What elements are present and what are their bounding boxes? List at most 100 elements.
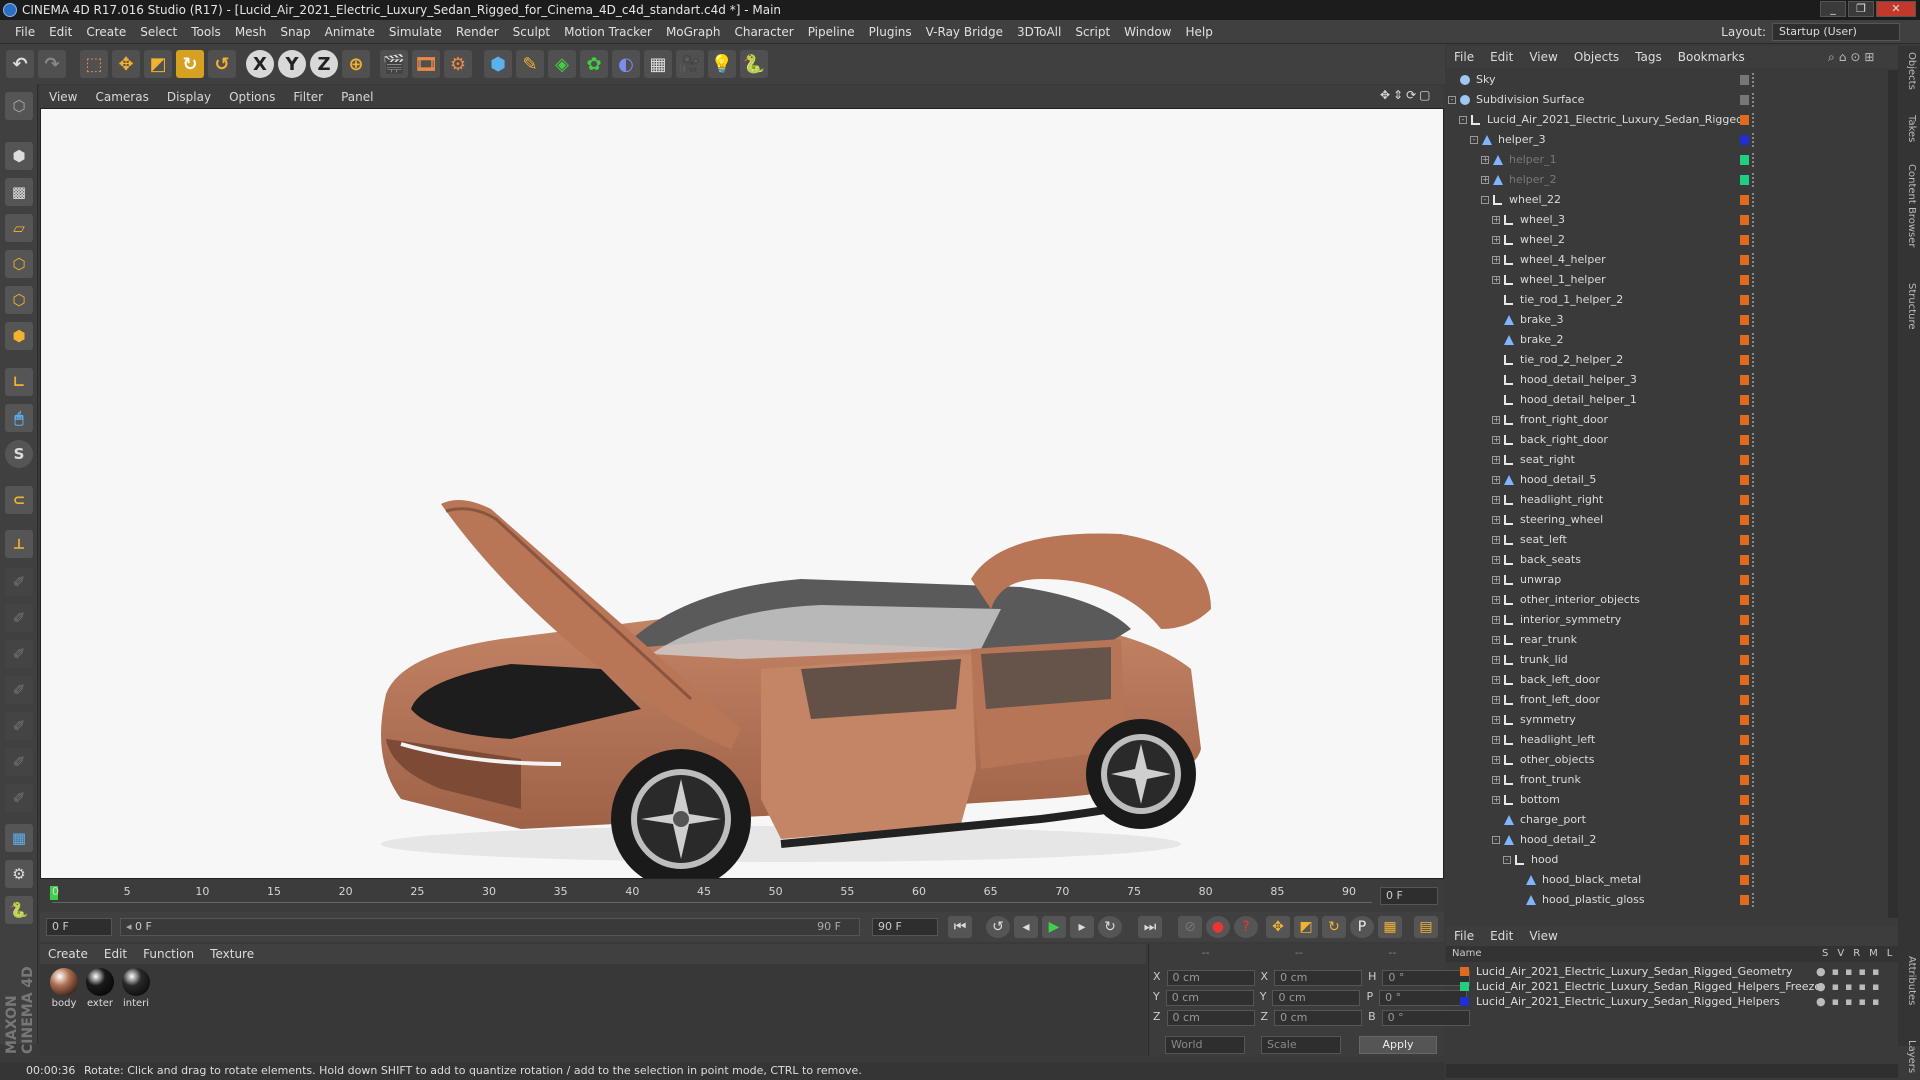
layer-color-swatch[interactable]	[1740, 795, 1749, 805]
object-row[interactable]: + seat_right	[1446, 450, 1886, 470]
visibility-dots-icon[interactable]	[1752, 333, 1756, 347]
scale-tool-icon[interactable]: ◩	[144, 50, 172, 78]
redo-button[interactable]: ↷	[38, 50, 66, 78]
viewport-menu-display[interactable]: Display	[158, 86, 220, 108]
current-frame-field[interactable]: 0 F	[46, 918, 112, 936]
layer-row[interactable]: Lucid_Air_2021_Electric_Luxury_Sedan_Rig…	[1446, 964, 1898, 979]
expand-toggle-icon[interactable]: -	[1492, 836, 1500, 844]
layer-color-swatch[interactable]	[1460, 982, 1469, 991]
size-mode-dropdown[interactable]: Scale	[1261, 1036, 1341, 1054]
deformer-icon[interactable]: ◐	[612, 50, 640, 78]
minimize-button[interactable]: _	[1820, 1, 1846, 17]
layer-color-swatch[interactable]	[1740, 415, 1749, 425]
key-parameter-icon[interactable]: P	[1350, 916, 1374, 938]
rotation-b-field[interactable]: 0 °	[1381, 1010, 1470, 1026]
live-selection-icon[interactable]: ⬚	[80, 50, 108, 78]
python-icon[interactable]: 🐍	[740, 50, 768, 78]
layer-color-swatch[interactable]	[1740, 735, 1749, 745]
object-row[interactable]: tie_rod_1_helper_2	[1446, 290, 1886, 310]
visibility-dots-icon[interactable]	[1752, 193, 1756, 207]
expand-toggle-icon[interactable]: +	[1492, 636, 1500, 644]
layout-dropdown[interactable]: Startup (User)	[1772, 23, 1900, 41]
expand-toggle-icon[interactable]: +	[1492, 436, 1500, 444]
object-row[interactable]: - wheel_22	[1446, 190, 1886, 210]
visibility-dots-icon[interactable]	[1752, 853, 1756, 867]
z-axis-lock-button[interactable]: Z	[310, 50, 338, 78]
menu-select[interactable]: Select	[133, 20, 184, 44]
object-row[interactable]: - hood_detail_2	[1446, 830, 1886, 850]
layer-color-swatch[interactable]	[1740, 455, 1749, 465]
layer-color-swatch[interactable]	[1460, 967, 1469, 976]
visibility-dots-icon[interactable]	[1752, 533, 1756, 547]
layer-color-swatch[interactable]	[1740, 655, 1749, 665]
side-tab-takes[interactable]: Takes	[1901, 115, 1917, 142]
layer-color-swatch[interactable]	[1740, 215, 1749, 225]
viewport-nav-icons[interactable]: ✥⇕⟳▢	[1380, 88, 1434, 102]
grid-snap-icon[interactable]: ▦	[5, 824, 33, 852]
key-rotation-icon[interactable]: ↻	[1322, 916, 1346, 938]
side-tab-objects[interactable]: Objects	[1901, 52, 1917, 90]
sculpt-tool-6-icon[interactable]: ✐	[5, 748, 33, 776]
visibility-dots-icon[interactable]	[1752, 773, 1756, 787]
visibility-dots-icon[interactable]	[1752, 113, 1756, 127]
cube-primitive-icon[interactable]: ⬢	[484, 50, 512, 78]
object-row[interactable]: + interior_symmetry	[1446, 610, 1886, 630]
layer-color-swatch[interactable]	[1740, 555, 1749, 565]
material-thumbnail[interactable]: interi	[120, 968, 152, 1009]
sculpt-tool-2-icon[interactable]: ✐	[5, 604, 33, 632]
perspective-viewport[interactable]	[40, 108, 1444, 879]
visibility-dots-icon[interactable]	[1752, 253, 1756, 267]
material-thumbnail[interactable]: body	[48, 968, 80, 1009]
expand-toggle-icon[interactable]: +	[1492, 616, 1500, 624]
object-row[interactable]: + hood_detail_5	[1446, 470, 1886, 490]
object-menu-edit[interactable]: Edit	[1482, 46, 1521, 68]
menu-3dtoall[interactable]: 3DToAll	[1010, 20, 1068, 44]
object-row[interactable]: + front_right_door	[1446, 410, 1886, 430]
layer-color-swatch[interactable]	[1740, 495, 1749, 505]
visibility-dots-icon[interactable]	[1752, 433, 1756, 447]
layer-color-swatch[interactable]	[1740, 695, 1749, 705]
visibility-dots-icon[interactable]	[1752, 633, 1756, 647]
layer-color-swatch[interactable]	[1740, 75, 1749, 85]
layer-flags-icons[interactable]: ●▪▪▪▪	[1816, 964, 1885, 979]
menu-simulate[interactable]: Simulate	[382, 20, 449, 44]
object-menu-file[interactable]: File	[1446, 46, 1482, 68]
frame-range-slider[interactable]: ◂ 0 F 90 F	[120, 918, 860, 936]
axis-mode-icon[interactable]: ∟	[5, 368, 33, 396]
camera-object-icon[interactable]: 🎥	[676, 50, 704, 78]
object-row[interactable]: + other_interior_objects	[1446, 590, 1886, 610]
expand-toggle-icon[interactable]: +	[1492, 256, 1500, 264]
layer-flags-icons[interactable]: ●▪▪▪▪	[1816, 979, 1885, 994]
expand-toggle-icon[interactable]: -	[1448, 96, 1456, 104]
layer-color-swatch[interactable]	[1740, 535, 1749, 545]
expand-toggle-icon[interactable]: -	[1481, 196, 1489, 204]
expand-toggle-icon[interactable]: +	[1481, 176, 1489, 184]
expand-toggle-icon[interactable]: -	[1459, 116, 1467, 124]
expand-toggle-icon[interactable]: -	[1503, 856, 1511, 864]
key-pla-icon[interactable]: ▦	[1378, 916, 1402, 938]
layer-row[interactable]: Lucid_Air_2021_Electric_Luxury_Sedan_Rig…	[1446, 994, 1898, 1009]
menu-tools[interactable]: Tools	[184, 20, 228, 44]
object-row[interactable]: - helper_3	[1446, 130, 1886, 150]
key-scale-icon[interactable]: ◩	[1294, 916, 1318, 938]
menu-pipeline[interactable]: Pipeline	[801, 20, 862, 44]
timeline-layout-icon[interactable]: ▤	[1414, 916, 1438, 938]
python-generator-icon[interactable]: 🐍	[5, 896, 33, 924]
visibility-dots-icon[interactable]	[1752, 453, 1756, 467]
sculpt-tool-1-icon[interactable]: ✐	[5, 568, 33, 596]
layer-color-swatch[interactable]	[1740, 195, 1749, 205]
expand-toggle-icon[interactable]: +	[1492, 756, 1500, 764]
object-row[interactable]: Sky	[1446, 70, 1886, 90]
layer-color-swatch[interactable]	[1740, 835, 1749, 845]
joint-tool-icon[interactable]: ⟂	[5, 530, 33, 558]
object-menu-tags[interactable]: Tags	[1627, 46, 1670, 68]
visibility-dots-icon[interactable]	[1752, 793, 1756, 807]
object-row[interactable]: + unwrap	[1446, 570, 1886, 590]
visibility-dots-icon[interactable]	[1752, 573, 1756, 587]
object-manager-tools-icons[interactable]: ⌕⌂⊙⊞	[1828, 50, 1878, 65]
position-x-field[interactable]: 0 cm	[1166, 970, 1255, 986]
object-row[interactable]: + wheel_4_helper	[1446, 250, 1886, 270]
layer-color-swatch[interactable]	[1740, 515, 1749, 525]
auto-keying-icon[interactable]: ?	[1234, 916, 1258, 938]
object-row[interactable]: + headlight_right	[1446, 490, 1886, 510]
